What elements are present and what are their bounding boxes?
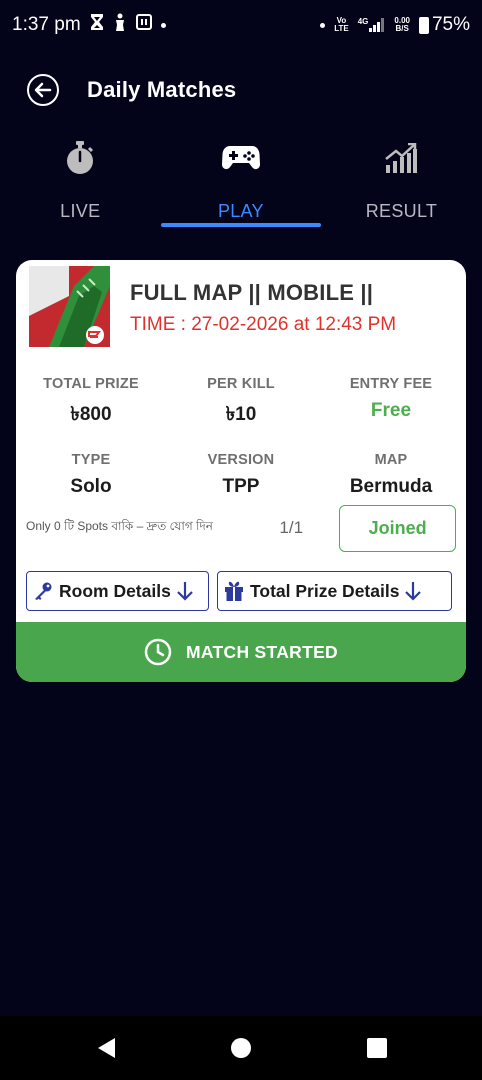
tab-label: RESULT <box>365 201 438 221</box>
stat-label: VERSION <box>207 452 275 468</box>
status-bar: 1:37 pm Vo LTE 4G 0.00 B/S 75% <box>0 0 482 50</box>
stat-value: ৳800 <box>70 404 112 425</box>
stat-label: ENTRY FEE <box>349 376 433 392</box>
stat-entry-fee: ENTRY FEE Free <box>316 376 466 432</box>
stat-label: PER KILL <box>207 376 275 392</box>
tab-live[interactable]: LIVE <box>0 135 161 231</box>
stat-value: TPP <box>222 476 260 497</box>
match-header: FULL MAP || MOBILE || TIME : 27-02-2026 … <box>29 266 459 348</box>
back-button[interactable] <box>27 74 59 106</box>
arrow-down-icon <box>177 582 193 601</box>
app-bar: Daily Matches <box>0 62 482 118</box>
figure-icon <box>113 13 127 37</box>
signal-icon: 4G <box>358 18 386 32</box>
back-arrow-icon <box>34 82 52 98</box>
arrow-down-icon <box>405 582 422 601</box>
match-card: FULL MAP || MOBILE || TIME : 27-02-2026 … <box>16 260 466 682</box>
stopwatch-icon <box>64 135 96 181</box>
joined-button[interactable]: Joined <box>339 504 456 552</box>
total-prize-details-label: Total Prize Details <box>250 580 400 601</box>
stats-row: TOTAL PRIZE ৳800 PER KILL ৳10 ENTRY FEE … <box>16 376 466 432</box>
stat-value: ৳10 <box>225 404 257 425</box>
net-speed: 0.00 B/S <box>394 16 410 33</box>
volte-indicator: Vo LTE <box>334 16 349 33</box>
square-recents-icon <box>366 1038 387 1058</box>
match-time: TIME : 27-02-2026 at 12:43 PM <box>130 314 397 335</box>
match-started-button[interactable]: MATCH STARTED <box>16 622 466 682</box>
hourglass-icon <box>90 13 104 37</box>
stat-label: TOTAL PRIZE <box>43 376 139 392</box>
circle-home-icon <box>231 1038 251 1058</box>
dot-icon <box>320 22 326 28</box>
stat-value: Free <box>370 400 412 421</box>
match-header-text: FULL MAP || MOBILE || TIME : 27-02-2026 … <box>130 266 396 348</box>
stat-per-kill: PER KILL ৳10 <box>166 376 316 432</box>
room-details-button[interactable]: Room Details <box>26 571 209 611</box>
battery-icon <box>418 16 429 34</box>
spots-row: Only 0 টি Spots বাকি – দ্রুত যোগ দিন 1/1… <box>26 504 456 552</box>
stat-value: Solo <box>70 476 112 497</box>
dot-icon <box>160 22 166 28</box>
page-title: Daily Matches <box>87 77 237 102</box>
triangle-back-icon <box>97 1038 115 1058</box>
stats-row: TYPE Solo VERSION TPP MAP Bermuda <box>16 452 466 498</box>
room-details-label: Room Details <box>59 580 171 601</box>
stat-type: TYPE Solo <box>16 452 166 498</box>
nav-recents-button[interactable] <box>347 1018 407 1078</box>
battery-percent: 75% <box>431 14 470 35</box>
spots-remaining-text: Only 0 টি Spots বাকি – দ্রুত যোগ দিন <box>26 519 213 533</box>
clock-icon <box>144 638 172 666</box>
spots-count: 1/1 <box>279 518 304 537</box>
tab-label: PLAY <box>217 201 264 221</box>
chart-growth-icon <box>384 135 418 181</box>
stat-total-prize: TOTAL PRIZE ৳800 <box>16 376 166 432</box>
details-row: Room Details Total Prize Details <box>26 571 452 611</box>
tab-label: LIVE <box>60 201 101 221</box>
match-thumbnail <box>29 266 110 347</box>
nav-back-button[interactable] <box>76 1018 136 1078</box>
total-prize-details-button[interactable]: Total Prize Details <box>217 571 452 611</box>
status-left: 1:37 pm <box>12 13 166 37</box>
stat-label: TYPE <box>71 452 111 468</box>
stat-version: VERSION TPP <box>166 452 316 498</box>
tab-bar: LIVE PLAY RESULT <box>0 135 482 231</box>
gamepad-icon <box>221 135 260 181</box>
nav-home-button[interactable] <box>211 1018 271 1078</box>
stat-map: MAP Bermuda <box>316 452 466 498</box>
match-stats: TOTAL PRIZE ৳800 PER KILL ৳10 ENTRY FEE … <box>32 376 466 498</box>
match-title: FULL MAP || MOBILE || <box>130 280 374 305</box>
match-status-label: MATCH STARTED <box>186 641 338 662</box>
system-nav-bar <box>0 1016 482 1080</box>
nfc-icon <box>135 14 152 36</box>
key-icon <box>35 582 52 600</box>
tab-play[interactable]: PLAY <box>160 135 322 231</box>
gift-icon <box>225 581 243 601</box>
stat-label: MAP <box>374 452 408 468</box>
status-right: Vo LTE 4G 0.00 B/S 75% <box>320 14 470 36</box>
tab-result[interactable]: RESULT <box>321 135 482 231</box>
stat-value: Bermuda <box>349 476 433 497</box>
status-time: 1:37 pm <box>12 14 81 35</box>
